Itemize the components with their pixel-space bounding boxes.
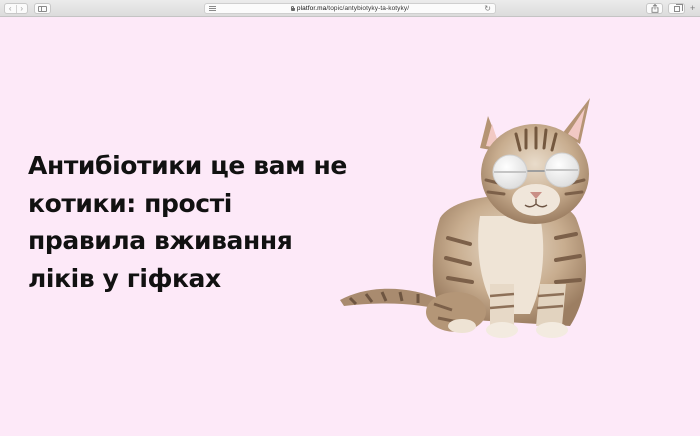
share-button[interactable] — [646, 3, 663, 14]
kitten-with-pill-glasses-image — [340, 98, 590, 338]
reload-icon[interactable]: ↻ — [484, 4, 491, 13]
lock-icon — [290, 5, 295, 11]
plus-icon[interactable]: + — [690, 4, 695, 13]
url-text[interactable]: platfor.ma/topic/antybiotyky-ta-kotyky/ — [297, 5, 409, 12]
address-bar[interactable]: platfor.ma/topic/antybiotyky-ta-kotyky/ … — [204, 3, 496, 14]
share-icon — [651, 4, 658, 13]
article-title: Антибіотики це вам не котики: прості пра… — [28, 147, 348, 297]
url-domain: platfor.ma — [296, 5, 327, 12]
sidebar-icon — [38, 5, 47, 12]
chevron-right-icon[interactable]: › — [15, 4, 28, 13]
sidebar-button[interactable] — [34, 3, 51, 14]
title-line: котики: прості — [28, 188, 232, 218]
title-line: правила вживання — [28, 226, 293, 255]
browser-toolbar: ‹ › platfor.ma/topic/antybiotyky-ta-koty… — [0, 0, 700, 17]
tabs-button[interactable] — [668, 3, 685, 14]
nav-buttons: ‹ › — [4, 3, 28, 14]
chevron-left-icon[interactable]: ‹ — [5, 4, 16, 13]
title-line: ліків у гіфках — [28, 263, 221, 293]
reader-icon[interactable] — [209, 6, 216, 11]
title-line: Антибіотики це вам не — [28, 151, 347, 180]
url-path: /topic/antybiotyky-ta-kotyky/ — [326, 5, 410, 12]
tabs-icon — [673, 3, 683, 12]
